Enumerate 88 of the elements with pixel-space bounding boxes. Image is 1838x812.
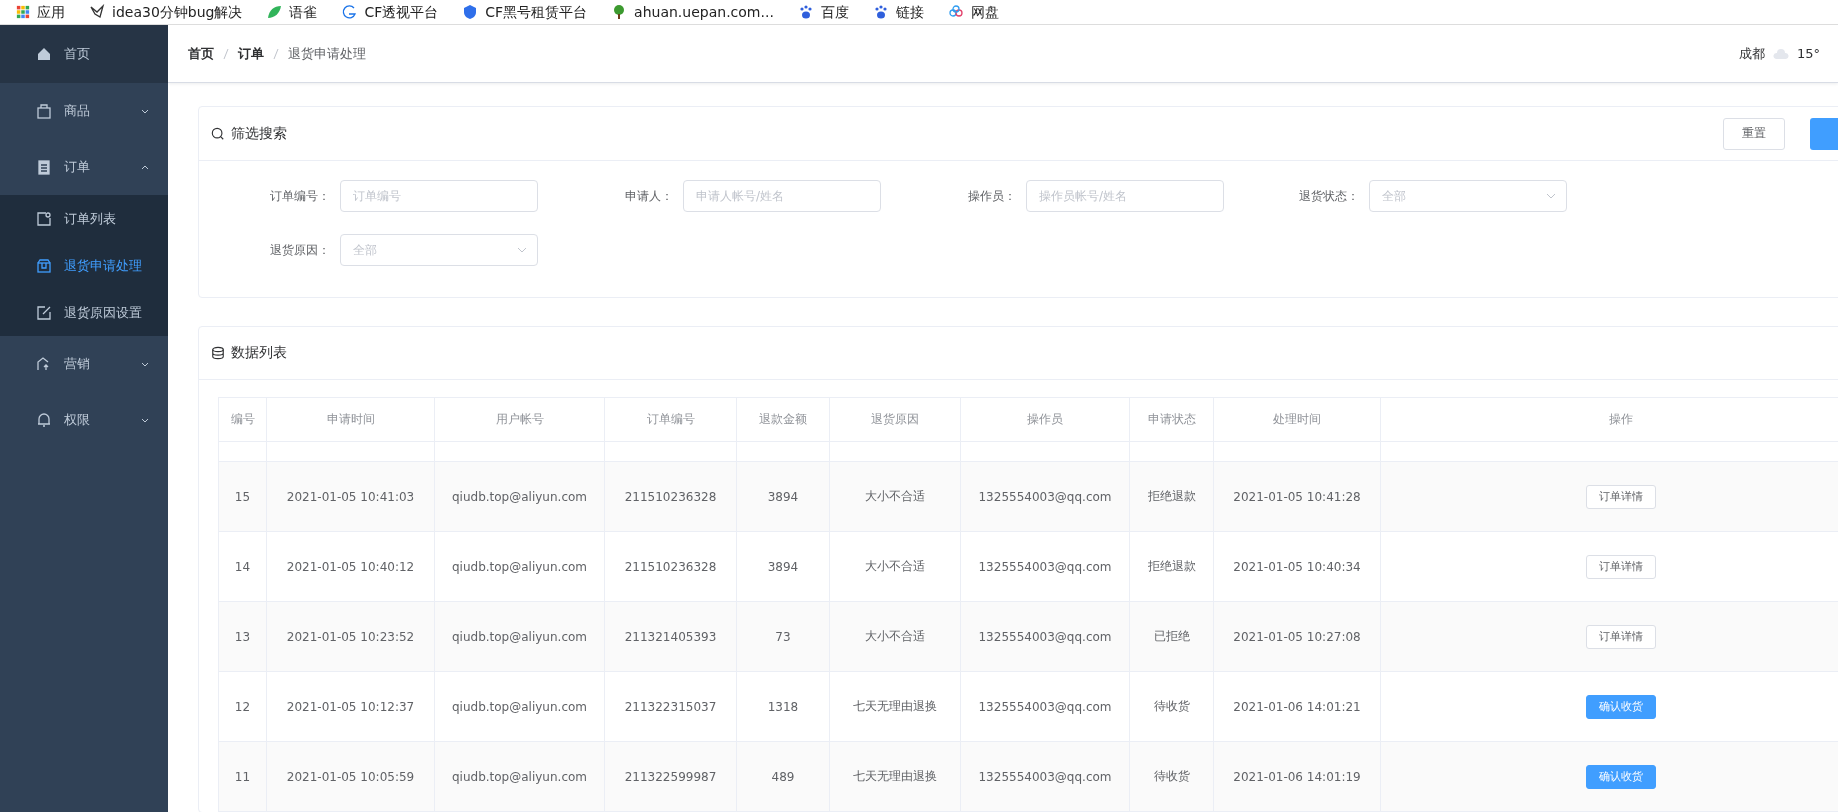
table-cell: qiudb.top@aliyun.com [434, 461, 605, 532]
table-cell: 七天无理由退换 [829, 741, 961, 812]
table-cell: 12 [218, 671, 267, 742]
table-cell: 待收货 [1129, 741, 1214, 812]
select-field[interactable]: 全部 [340, 234, 538, 266]
table-cell: 3894 [736, 461, 830, 532]
table-cell: 2021-01-06 14:01:21 [1213, 671, 1381, 742]
table-cell: 211510236328 [604, 531, 737, 602]
breadcrumb-item: 退货申请处理 [288, 44, 366, 63]
column-header: 用户帐号 [434, 397, 605, 442]
table-cell: 2021-01-05 10:23:52 [266, 601, 435, 672]
select-field[interactable]: 全部 [1369, 180, 1567, 212]
bookmark-link[interactable]: idea30分钟bug解决 [89, 4, 243, 20]
table-cell: qiudb.top@aliyun.com [434, 531, 605, 602]
column-header: 处理时间 [1213, 397, 1381, 442]
submenu-item[interactable]: 退货申请处理 [0, 242, 168, 289]
column-header: 操作员 [960, 397, 1130, 442]
column-header: 退款金额 [736, 397, 830, 442]
column-header: 申请时间 [266, 397, 435, 442]
bookmark-link[interactable]: 网盘 [947, 4, 999, 20]
table-cell: 2021-01-05 10:05:59 [266, 741, 435, 812]
card-title: 数据列表 [231, 344, 288, 362]
column-header: 订单编号 [604, 397, 737, 442]
input-field[interactable]: 申请人帐号/姓名 [683, 180, 881, 212]
table-cell: 七天无理由退换 [829, 671, 961, 742]
table-cell: 211321405393 [604, 601, 737, 672]
table-cell: 489 [736, 741, 830, 812]
table-cell: 2021-01-06 14:01:19 [1213, 741, 1381, 812]
table-cell: 2021-01-05 10:41:03 [266, 461, 435, 532]
table-cell: 2021-01-05 10:12:37 [266, 671, 435, 742]
table-cell: 已拒绝 [1129, 601, 1214, 672]
table-cell: 1325554003@qq.com [960, 531, 1130, 602]
table-cell: 11 [218, 741, 267, 812]
bookmark-link[interactable]: ahuan.uepan.com... [611, 4, 774, 20]
input-field[interactable]: 操作员帐号/姓名 [1026, 180, 1224, 212]
column-header: 申请状态 [1129, 397, 1214, 442]
weather-city: 成都 [1738, 44, 1765, 63]
table-cell: 3894 [736, 531, 830, 602]
field-label: 退货原因： [269, 241, 331, 259]
column-header: 操作 [1380, 397, 1838, 442]
table-cell: 211510236328 [604, 461, 737, 532]
table-cell: 1325554003@qq.com [960, 601, 1130, 672]
card-title: 筛选搜索 [231, 124, 288, 143]
order-detail-button[interactable]: 订单详情 [1585, 624, 1656, 649]
table-cell: 大小不合适 [829, 531, 961, 602]
table-cell: 1318 [736, 671, 830, 742]
table-cell: 待收货 [1129, 671, 1214, 742]
field-label: 订单编号： [269, 187, 331, 205]
table-cell: qiudb.top@aliyun.com [434, 671, 605, 742]
table-cell: 1325554003@qq.com [960, 741, 1130, 812]
table-cell: 拒绝退款 [1129, 531, 1214, 602]
weather-temperature: 15° [1796, 46, 1820, 61]
table-cell: qiudb.top@aliyun.com [434, 741, 605, 812]
table-cell: 211322315037 [604, 671, 737, 742]
column-header: 退货原因 [829, 397, 961, 442]
table-cell: 13 [218, 601, 267, 672]
table-cell: qiudb.top@aliyun.com [434, 601, 605, 672]
table-cell: 1325554003@qq.com [960, 461, 1130, 532]
submenu-item[interactable]: 订单列表 [0, 195, 168, 242]
bookmark-link[interactable]: 百度 [797, 4, 849, 20]
table-cell: 大小不合适 [829, 601, 961, 672]
bookmark-link[interactable]: CF黑号租赁平台 [462, 4, 588, 20]
field-label: 退货状态： [1298, 187, 1360, 205]
reset-button[interactable]: 重置 [1723, 117, 1785, 150]
table-cell: 2021-01-05 10:41:28 [1213, 461, 1381, 532]
order-detail-button[interactable]: 订单详情 [1585, 484, 1656, 509]
table-cell: 2021-01-05 10:40:34 [1213, 531, 1381, 602]
bookmark-link[interactable]: 链接 [872, 4, 924, 20]
table-cell: 1325554003@qq.com [960, 671, 1130, 742]
order-detail-button[interactable]: 订单详情 [1585, 554, 1656, 579]
table-cell: 大小不合适 [829, 461, 961, 532]
table-cell: 73 [736, 601, 830, 672]
table-cell: 14 [218, 531, 267, 602]
table-cell: 2021-01-05 10:40:12 [266, 531, 435, 602]
table-cell: 15 [218, 461, 267, 532]
bookmark-link[interactable]: 应用 [16, 4, 65, 20]
breadcrumb-item[interactable]: 首页 [188, 44, 214, 63]
column-header: 编号 [218, 397, 267, 442]
table-cell: 2021-01-05 10:27:08 [1213, 601, 1381, 672]
field-label: 申请人： [624, 187, 674, 205]
field-label: 操作员： [967, 187, 1017, 205]
bookmark-link[interactable]: CF透视平台 [341, 4, 439, 20]
table-cell: 拒绝退款 [1129, 461, 1214, 532]
breadcrumb-item[interactable]: 订单 [238, 44, 264, 63]
bookmark-link[interactable]: 语雀 [266, 4, 318, 20]
table-cell: 211322599987 [604, 741, 737, 812]
submenu-item[interactable]: 退货原因设置 [0, 289, 168, 336]
menu-item[interactable]: 首页 [0, 25, 168, 83]
